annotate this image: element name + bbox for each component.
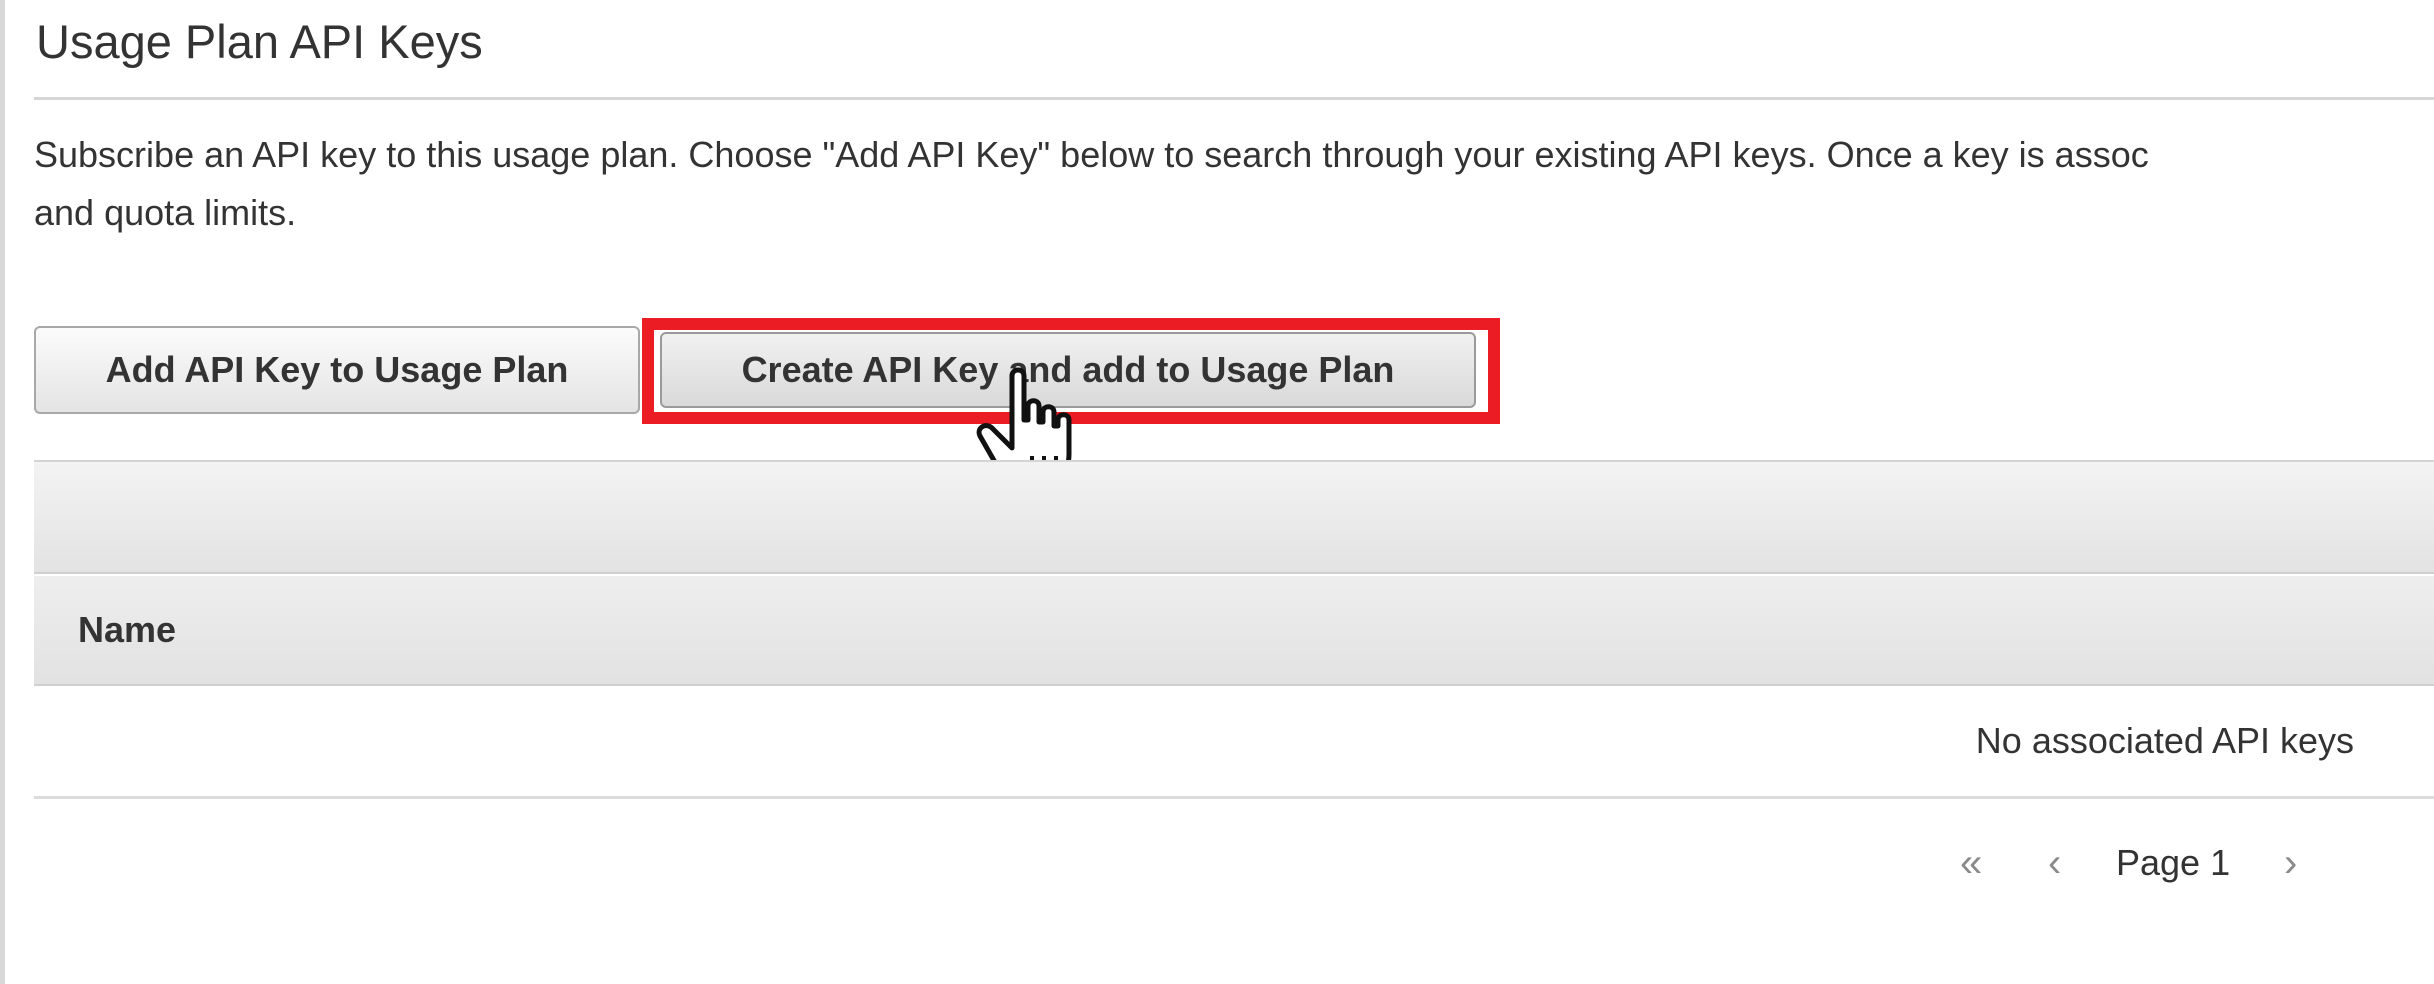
chevron-right-icon[interactable]: › bbox=[2284, 830, 2297, 896]
description-line-2: and quota limits. bbox=[34, 192, 297, 233]
title-divider bbox=[34, 97, 2434, 100]
create-api-key-and-add-to-usage-plan-button[interactable]: Create API Key and add to Usage Plan bbox=[660, 332, 1476, 408]
double-chevron-left-icon[interactable]: « bbox=[1960, 830, 1982, 896]
section-description: Subscribe an API key to this usage plan.… bbox=[34, 126, 2434, 242]
add-api-key-to-usage-plan-button[interactable]: Add API Key to Usage Plan bbox=[34, 326, 640, 414]
table-header: Name bbox=[34, 576, 2434, 686]
table-empty-row: No associated API keys bbox=[34, 686, 2434, 799]
chevron-left-icon[interactable]: ‹ bbox=[2048, 830, 2061, 896]
left-border bbox=[0, 0, 5, 984]
column-header-name[interactable]: Name bbox=[78, 576, 176, 684]
section-title: Usage Plan API Keys bbox=[36, 15, 483, 68]
page-indicator: Page 1 bbox=[2116, 842, 2231, 883]
table-toolbar bbox=[34, 460, 2434, 574]
description-line-1: Subscribe an API key to this usage plan.… bbox=[34, 134, 2149, 175]
empty-state-message: No associated API keys bbox=[1975, 720, 2354, 761]
